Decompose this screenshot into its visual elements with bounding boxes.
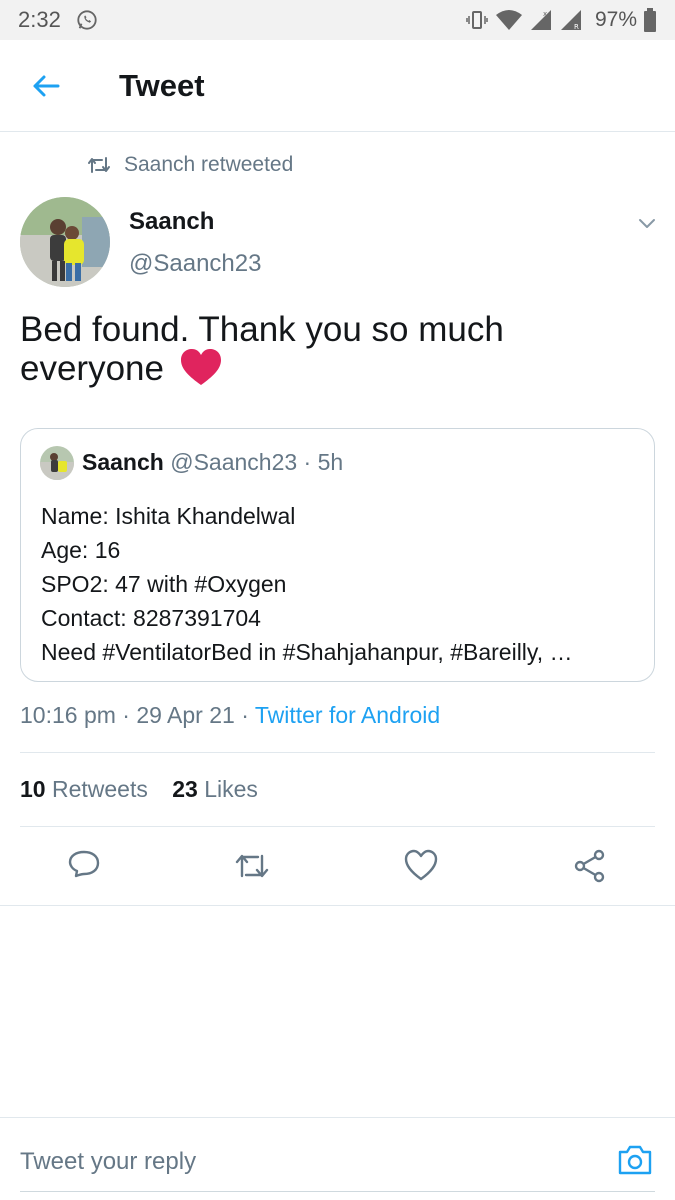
whatsapp-icon	[77, 10, 97, 30]
divider	[0, 905, 675, 906]
quote-body: Name: Ishita Khandelwal Age: 16 SPO2: 47…	[41, 499, 641, 669]
wifi-icon	[495, 10, 522, 30]
red-heart-emoji-icon	[180, 349, 221, 385]
retweets-label: Retweets	[51, 776, 148, 802]
avatar-photo	[20, 197, 110, 287]
likes-count: 23	[172, 776, 198, 802]
tweet-source-link[interactable]: Twitter for Android	[255, 702, 440, 728]
reply-bar	[0, 1117, 675, 1200]
likes-stat[interactable]: 23 Likes	[172, 776, 258, 802]
tweet-timestamp: 10:16 pm · 29 Apr 21 ·	[20, 702, 255, 728]
svg-text:R: R	[574, 23, 579, 31]
reply-icon[interactable]	[66, 848, 102, 884]
quote-author-name: Saanch	[82, 449, 164, 475]
retweet-icon[interactable]	[234, 848, 270, 884]
retweet-small-icon	[88, 157, 110, 173]
retweet-label: Saanch retweeted	[124, 153, 294, 176]
status-icons: x R 97%	[465, 6, 657, 34]
status-time: 2:32	[18, 7, 61, 32]
avatar[interactable]	[20, 197, 110, 287]
quote-line: Contact: 8287391704	[41, 605, 261, 631]
quote-meta: @Saanch23 · 5h	[170, 449, 344, 475]
camera-icon[interactable]	[617, 1142, 653, 1178]
battery-percent: 97%	[594, 8, 637, 31]
vibrate-icon	[466, 11, 488, 29]
reply-input[interactable]	[20, 1142, 580, 1182]
tweet-stats: 10 Retweets 23 Likes	[20, 776, 276, 803]
back-arrow-icon[interactable]	[30, 70, 62, 102]
page-title: Tweet	[119, 68, 205, 103]
retweets-stat[interactable]: 10 Retweets	[20, 776, 148, 802]
signal-roaming-icon: R	[560, 10, 581, 31]
status-bar: 2:32 x R 97%	[0, 0, 675, 40]
divider	[20, 752, 655, 753]
header: Tweet	[0, 40, 675, 132]
retweet-indicator[interactable]: Saanch retweeted	[88, 151, 293, 179]
share-icon[interactable]	[572, 848, 608, 884]
tweet-text: Bed found. Thank you so much everyone	[20, 312, 650, 387]
quote-avatar-photo	[40, 446, 74, 480]
quoted-tweet[interactable]: Saanch @Saanch23 · 5h Name: Ishita Khand…	[20, 428, 655, 682]
quote-line: Age: 16	[41, 537, 121, 563]
retweets-count: 10	[20, 776, 46, 802]
quote-line: Need #VentilatorBed in #Shahjahanpur, #B…	[41, 639, 573, 665]
quote-line: SPO2: 47 with #Oxygen	[41, 571, 287, 597]
battery-icon	[644, 8, 656, 32]
chevron-down-icon[interactable]	[636, 212, 658, 234]
like-icon[interactable]	[403, 848, 439, 884]
quote-line: Name: Ishita Khandelwal	[41, 503, 296, 529]
signal-icon: x	[530, 10, 551, 30]
tweet-meta: 10:16 pm · 29 Apr 21 · Twitter for Andro…	[20, 702, 440, 729]
divider	[20, 826, 655, 827]
quote-avatar	[40, 446, 74, 480]
author-name[interactable]: Saanch	[129, 208, 214, 236]
svg-text:x: x	[543, 10, 547, 18]
author-handle[interactable]: @Saanch23	[129, 250, 261, 278]
likes-label: Likes	[204, 776, 258, 802]
quote-header: Saanch @Saanch23 · 5h	[82, 449, 343, 476]
reply-underline	[20, 1191, 655, 1192]
tweet-text-body: Bed found. Thank you so much everyone	[20, 310, 504, 388]
